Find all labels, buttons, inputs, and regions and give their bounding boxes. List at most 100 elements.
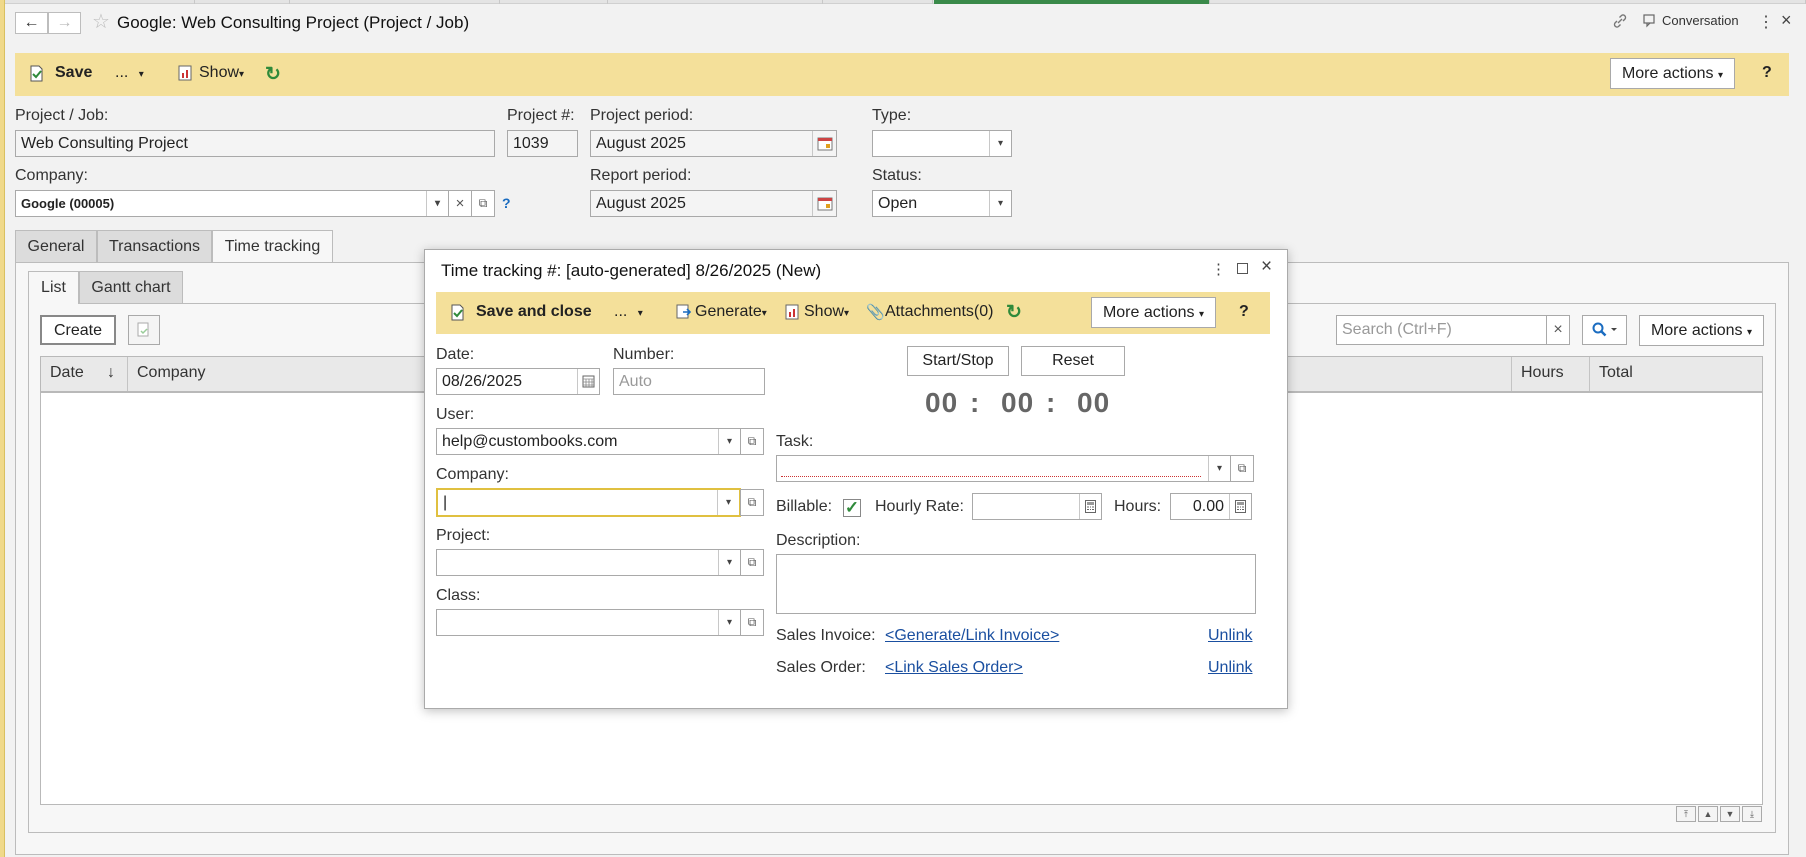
open-company-button[interactable]: ⧉ xyxy=(471,190,495,217)
calendar-icon[interactable] xyxy=(812,191,836,216)
last-page-icon[interactable]: ⤓ xyxy=(1742,806,1762,822)
dialog-company-select[interactable]: | ▾ xyxy=(436,488,741,517)
generate-link-invoice-link[interactable]: <Generate/Link Invoice> xyxy=(885,627,1059,645)
description-textarea[interactable] xyxy=(776,554,1256,614)
copy-button[interactable] xyxy=(128,315,160,345)
attachments-button[interactable]: Attachments(0) xyxy=(885,303,993,321)
type-select[interactable]: ▾ xyxy=(872,130,1012,157)
number-field[interactable]: Auto xyxy=(613,368,765,395)
dialog-more-actions-button[interactable]: More actions ▾ xyxy=(1091,297,1216,328)
report-period-field[interactable]: August 2025 xyxy=(590,190,837,217)
window-tab[interactable] xyxy=(195,0,290,4)
column-header-hours[interactable]: Hours xyxy=(1512,357,1590,391)
company-select[interactable]: Google (00005) ▾ xyxy=(15,190,449,217)
dialog-help-button[interactable]: ? xyxy=(1239,303,1249,321)
save-and-close-button[interactable]: Save and close xyxy=(476,303,592,321)
date-field[interactable]: 08/26/2025 xyxy=(436,368,600,395)
window-tab[interactable] xyxy=(500,0,608,4)
more-menu-button[interactable]: ... ▾ xyxy=(115,64,144,82)
window-tab[interactable] xyxy=(823,0,933,4)
list-more-actions-button[interactable]: More actions ▾ xyxy=(1639,315,1764,346)
refresh-icon[interactable]: ↻ xyxy=(265,63,281,86)
dialog-show-menu-button[interactable]: Show▾ xyxy=(804,303,849,321)
link-sales-order-link[interactable]: <Link Sales Order> xyxy=(885,659,1023,677)
reset-button[interactable]: Reset xyxy=(1021,346,1125,376)
forward-button[interactable]: → xyxy=(48,12,81,34)
open-user-button[interactable]: ⧉ xyxy=(740,428,764,455)
open-company-button[interactable]: ⧉ xyxy=(740,489,764,516)
tab-general[interactable]: General xyxy=(15,230,97,262)
paperclip-icon: 📎 xyxy=(866,304,885,321)
chevron-down-icon[interactable]: ▾ xyxy=(426,191,448,216)
open-window-icon: ⧉ xyxy=(1237,461,1247,475)
column-header-total[interactable]: Total xyxy=(1590,357,1764,391)
clear-company-button[interactable]: × xyxy=(448,190,472,217)
star-icon[interactable]: ☆ xyxy=(92,12,110,32)
chevron-down-icon[interactable]: ▾ xyxy=(718,550,740,575)
previous-page-icon[interactable]: ▲ xyxy=(1698,806,1718,822)
maximize-icon[interactable] xyxy=(1237,263,1248,274)
open-class-button[interactable]: ⧉ xyxy=(740,609,764,636)
window-tab[interactable] xyxy=(608,0,823,4)
hours-field[interactable]: 0.00 xyxy=(1170,493,1252,520)
close-icon[interactable]: × xyxy=(1261,256,1272,278)
save-button[interactable]: Save xyxy=(55,64,92,82)
conversation-button[interactable]: Conversation xyxy=(1662,13,1739,28)
chevron-down-icon[interactable]: ▾ xyxy=(989,131,1011,156)
column-header-date[interactable]: Date ↓ xyxy=(41,357,128,391)
next-page-icon[interactable]: ▼ xyxy=(1720,806,1740,822)
conversation-icon[interactable] xyxy=(1643,14,1658,28)
window-tab[interactable] xyxy=(1210,0,1806,4)
calculator-icon[interactable] xyxy=(1229,494,1251,519)
company-help-icon[interactable]: ? xyxy=(502,195,511,211)
dialog-more-menu-button[interactable]: ... ▾ xyxy=(614,303,643,321)
window-tab-active[interactable] xyxy=(934,0,1210,4)
window-tab[interactable] xyxy=(290,0,500,4)
kebab-menu-icon[interactable]: ⋮ xyxy=(1211,260,1226,278)
open-task-button[interactable]: ⧉ xyxy=(1230,455,1254,482)
class-select[interactable]: ▾ xyxy=(436,609,741,636)
project-number-field[interactable]: 1039 xyxy=(507,130,578,157)
start-stop-button[interactable]: Start/Stop xyxy=(907,346,1009,376)
project-period-field[interactable]: August 2025 xyxy=(590,130,837,157)
search-input[interactable]: Search (Ctrl+F) xyxy=(1336,315,1547,345)
back-button[interactable]: ← xyxy=(15,12,48,34)
kebab-menu-icon[interactable]: ⋮ xyxy=(1758,12,1774,32)
generate-menu-button[interactable]: Generate▾ xyxy=(695,303,767,321)
tab-transactions[interactable]: Transactions xyxy=(97,230,212,262)
search-button[interactable] xyxy=(1582,315,1627,345)
chevron-down-icon[interactable]: ▾ xyxy=(718,429,740,454)
page-title: Google: Web Consulting Project (Project … xyxy=(117,13,470,32)
billable-checkbox[interactable]: ✓ xyxy=(843,499,861,517)
close-icon[interactable]: × xyxy=(1781,10,1792,31)
calendar-icon[interactable] xyxy=(577,369,599,394)
hourly-rate-field[interactable] xyxy=(972,493,1102,520)
chevron-down-icon[interactable]: ▾ xyxy=(1208,456,1230,481)
task-select[interactable]: ▾ xyxy=(776,455,1231,482)
show-menu-button[interactable]: Show▾ xyxy=(199,64,244,82)
chevron-down-icon[interactable]: ▾ xyxy=(717,490,739,515)
subtab-gantt-chart[interactable]: Gantt chart xyxy=(79,271,183,303)
project-name-field[interactable]: Web Consulting Project xyxy=(15,130,495,157)
window-tab[interactable] xyxy=(0,0,195,4)
clear-search-button[interactable]: × xyxy=(1546,315,1570,345)
subtab-list[interactable]: List xyxy=(28,271,79,304)
unlink-invoice-link[interactable]: Unlink xyxy=(1208,627,1252,645)
link-icon[interactable] xyxy=(1612,13,1628,29)
tab-time-tracking[interactable]: Time tracking xyxy=(212,230,333,263)
dialog-project-select[interactable]: ▾ xyxy=(436,549,741,576)
more-actions-button[interactable]: More actions ▾ xyxy=(1610,58,1735,89)
first-page-icon[interactable]: ⤒ xyxy=(1676,806,1696,822)
unlink-order-link[interactable]: Unlink xyxy=(1208,659,1252,677)
calendar-icon[interactable] xyxy=(812,131,836,156)
open-project-button[interactable]: ⧉ xyxy=(740,549,764,576)
user-select[interactable]: help@custombooks.com ▾ xyxy=(436,428,741,455)
refresh-icon[interactable]: ↻ xyxy=(1006,301,1022,324)
create-button[interactable]: Create xyxy=(40,315,116,345)
date-label: Date: xyxy=(436,346,475,363)
status-select[interactable]: Open ▾ xyxy=(872,190,1012,217)
help-button[interactable]: ? xyxy=(1762,64,1772,82)
chevron-down-icon[interactable]: ▾ xyxy=(989,191,1011,216)
chevron-down-icon[interactable]: ▾ xyxy=(718,610,740,635)
calculator-icon[interactable] xyxy=(1079,494,1101,519)
